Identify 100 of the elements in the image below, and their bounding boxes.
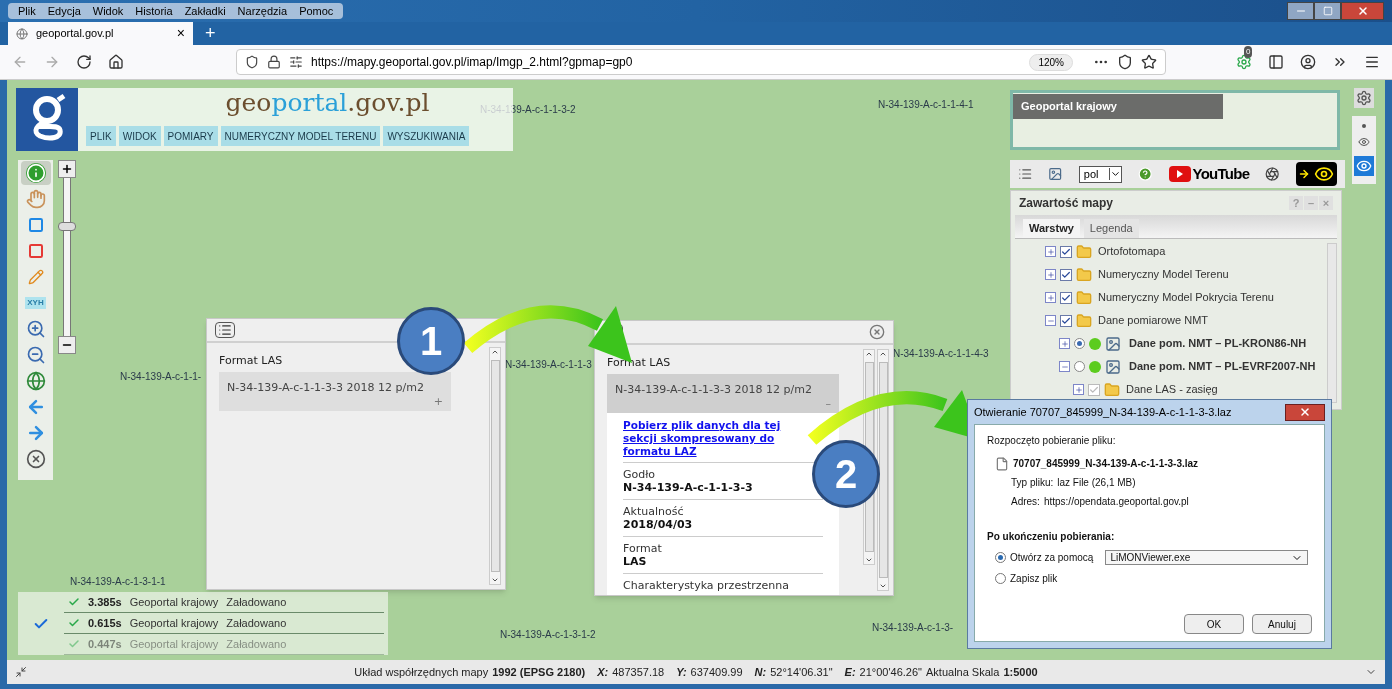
menu-item[interactable]: Plik — [12, 2, 42, 20]
menu-item[interactable]: Narzędzia — [231, 2, 294, 20]
app-menu-button[interactable]: POMIARY — [163, 126, 218, 146]
extension-icon[interactable] — [1236, 54, 1252, 70]
info-icon — [25, 163, 46, 183]
expand-icon[interactable] — [1046, 247, 1055, 256]
app-menu-button[interactable]: WIDOK — [118, 126, 161, 146]
status-text: 637409.99 — [690, 664, 743, 680]
reload-icon[interactable] — [76, 54, 92, 70]
scroll-down-icon[interactable] — [865, 556, 873, 564]
layer-label[interactable]: Ortofotomapa — [1098, 243, 1166, 260]
load-time: 0.615s — [88, 615, 122, 631]
legend-icon[interactable] — [1018, 166, 1033, 182]
checkbox[interactable] — [1060, 245, 1072, 258]
map-sheet-label: N-34-139-A-c-1-3-1-1 — [70, 575, 166, 589]
plus-icon — [61, 163, 73, 175]
check-icon — [68, 638, 80, 650]
folder-icon — [1104, 381, 1120, 398]
result-item[interactable]: N-34-139-A-c-1-1-3-3 2018 12 p/m2 + — [219, 371, 451, 411]
eye-icon[interactable] — [1358, 136, 1370, 148]
zoom-slider[interactable] — [58, 178, 76, 336]
sidebar-icon[interactable] — [1268, 54, 1284, 70]
close-icon[interactable] — [869, 324, 885, 340]
menu-item[interactable]: Zakładki — [178, 2, 232, 20]
expand-icon[interactable] — [1046, 270, 1055, 279]
radio-button[interactable] — [995, 552, 1006, 563]
zoom-level[interactable]: 120% — [1029, 53, 1073, 71]
folder-icon — [1076, 289, 1092, 306]
scrollbar[interactable] — [1327, 243, 1337, 403]
expand-icon[interactable] — [1060, 339, 1069, 348]
scroll-down-icon[interactable] — [879, 582, 887, 590]
app-menu-button[interactable]: PLIK — [86, 126, 116, 146]
close-button[interactable] — [1341, 2, 1384, 20]
layer-label[interactable]: Dane pomiarowe NMT — [1098, 312, 1209, 329]
menu-item[interactable]: Pomoc — [293, 2, 340, 20]
radio-button[interactable] — [1074, 361, 1085, 372]
youtube-logo[interactable]: YouTube — [1168, 162, 1250, 186]
menu-item[interactable]: Widok — [86, 2, 130, 20]
account-icon[interactable] — [1300, 54, 1316, 70]
new-tab-button[interactable]: + — [193, 22, 228, 45]
dialog-button[interactable]: OK — [1184, 614, 1244, 634]
radio-button[interactable] — [1074, 338, 1085, 349]
contrast-toggle[interactable] — [1295, 162, 1337, 186]
star-icon[interactable] — [1141, 54, 1157, 70]
app-menu-button[interactable]: WYSZUKIWANIA — [383, 126, 470, 146]
scrollbar[interactable] — [877, 349, 889, 591]
menu-item[interactable]: Historia — [129, 2, 179, 20]
home-icon[interactable] — [108, 54, 124, 70]
scrollbar[interactable] — [489, 347, 501, 585]
checkbox[interactable] — [1060, 314, 1072, 327]
zoom-out-button[interactable] — [58, 336, 76, 354]
dialog-question: Po ukończeniu pobierania: — [987, 530, 1116, 544]
scroll-up-icon[interactable] — [491, 348, 499, 356]
address-bar[interactable]: https://mapy.geoportal.gov.pl/imap/Imgp_2.html?gpmap=gp0 120% — [236, 49, 1166, 75]
language-select[interactable]: pol — [1078, 165, 1123, 183]
map-sheet-label: N-34-139-A-c-1-3-1-2 — [500, 628, 596, 642]
menu-item[interactable]: Edycja — [41, 2, 87, 20]
layer-label[interactable]: Numeryczny Model Terenu — [1098, 266, 1229, 283]
option-label[interactable]: Zapisz plik — [1010, 571, 1058, 586]
eye-icon[interactable] — [1354, 156, 1374, 176]
permissions-icon — [289, 55, 303, 69]
zoom-in-button[interactable] — [58, 160, 76, 178]
list-icon[interactable] — [215, 322, 235, 338]
maximize-button[interactable] — [1314, 2, 1341, 20]
dialog-button[interactable]: Anuluj — [1252, 614, 1312, 634]
globe-icon — [25, 371, 46, 391]
application-select[interactable]: LiMONViewer.exe — [1105, 550, 1309, 565]
logo-text: geoportal.gov.pl — [225, 88, 430, 118]
layer-label[interactable]: Numeryczny Model Pokrycia Terenu — [1098, 289, 1274, 306]
expand-icon[interactable] — [1046, 293, 1055, 302]
section-title: Format LAS — [607, 355, 672, 371]
option-label[interactable]: Otwórz za pomocą — [1010, 550, 1094, 565]
close-button[interactable] — [1285, 403, 1325, 421]
menu-icon[interactable] — [1364, 54, 1380, 70]
layer-source: Geoportal krajowy — [129, 615, 219, 631]
map-service-icon[interactable] — [1048, 166, 1063, 182]
map-tool-button[interactable] — [20, 161, 51, 185]
load-time: 0.447s — [88, 636, 122, 652]
checkbox[interactable] — [1060, 268, 1072, 281]
layer-label[interactable]: Dane pom. NMT – PL-EVRF2007-NH — [1129, 358, 1316, 375]
scroll-down-icon[interactable] — [491, 576, 499, 584]
status-text: Y: — [676, 664, 687, 680]
close-icon — [1356, 5, 1369, 17]
layer-label[interactable]: Dane pom. NMT – PL-KRON86-NH — [1129, 335, 1307, 352]
browser-tab[interactable]: geoportal.gov.pl × — [8, 22, 193, 45]
download-link[interactable]: Pobierz plik danych dla tej sekcji skompresowany do formatu LAZ — [623, 415, 805, 462]
checkbox[interactable] — [1060, 291, 1072, 304]
app-menu-button[interactable]: NUMERYCZNY MODEL TERENU — [220, 126, 381, 146]
result-item[interactable]: N-34-139-A-c-1-1-3-3 2018 12 p/m2 – — [607, 373, 839, 413]
selection-icon — [27, 243, 44, 259]
minimize-button[interactable] — [1287, 2, 1314, 20]
resize-icon[interactable] — [15, 666, 27, 678]
status-text: Aktualna Skala — [926, 664, 1000, 680]
panel-tab[interactable]: Legenda — [1083, 219, 1139, 238]
help-icon[interactable] — [1138, 166, 1153, 182]
settings-icon[interactable] — [1354, 88, 1374, 108]
hand-icon — [25, 189, 46, 209]
panel-tab[interactable]: Warstwy — [1023, 219, 1080, 238]
status-text: 1992 (EPSG 2180) — [492, 664, 586, 680]
radio-button[interactable] — [995, 573, 1006, 584]
